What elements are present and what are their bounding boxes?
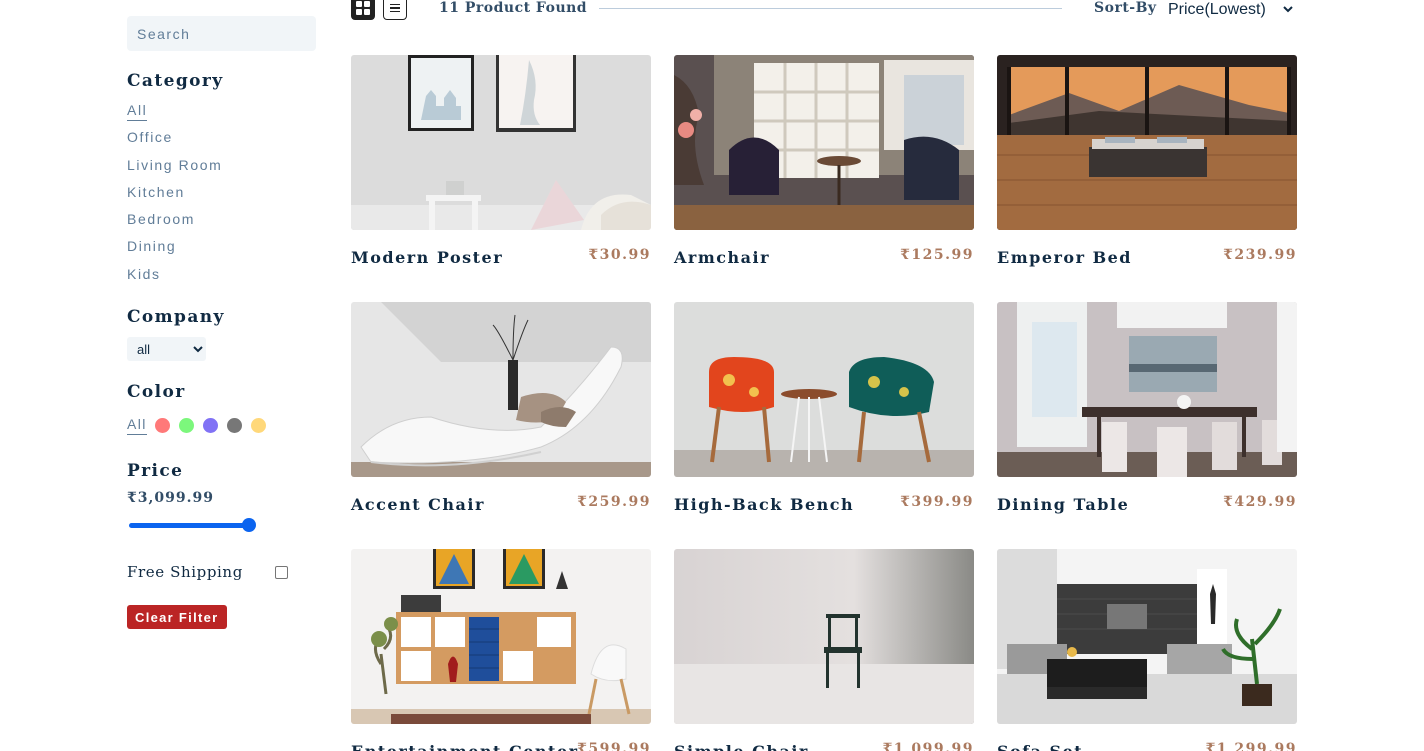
product-name: High-Back Bench <box>674 495 855 514</box>
category-item-dining[interactable]: Dining <box>127 237 222 264</box>
product-name: Armchair <box>674 248 771 267</box>
product-image[interactable] <box>674 302 974 477</box>
product-name: Dining Table <box>997 495 1130 514</box>
product-name: Simple Chair <box>674 742 809 751</box>
clear-filter-button[interactable]: Clear Filter <box>127 605 227 629</box>
product-name: Entertainment Center <box>351 742 579 751</box>
category-list: All Office Living Room Kitchen Bedroom D… <box>127 101 222 292</box>
product-name: Accent Chair <box>351 495 485 514</box>
color-heading: Color <box>127 382 186 402</box>
product-image[interactable] <box>997 55 1297 230</box>
free-shipping-label: Free Shipping <box>127 563 243 581</box>
product-price: ₹1,099.99 <box>882 741 974 751</box>
product-name: Emperor Bed <box>997 248 1132 267</box>
search-input[interactable] <box>127 16 316 51</box>
color-swatch-gray[interactable] <box>226 418 242 433</box>
price-slider[interactable] <box>127 518 257 532</box>
product-count: 11 Product Found <box>439 0 588 16</box>
product-price: ₹259.99 <box>577 494 651 510</box>
list-view-icon[interactable] <box>383 0 407 20</box>
color-all-button[interactable]: All <box>127 416 147 435</box>
product-price: ₹1,299.99 <box>1205 741 1297 751</box>
category-item-bedroom[interactable]: Bedroom <box>127 210 222 237</box>
price-value: ₹3,099.99 <box>127 490 214 506</box>
product-price: ₹125.99 <box>900 247 974 263</box>
color-swatch-yellow[interactable] <box>250 418 266 433</box>
category-item-kids[interactable]: Kids <box>127 265 222 292</box>
product-image[interactable] <box>674 55 974 230</box>
sort-select[interactable]: Price(Lowest) <box>1164 0 1296 20</box>
price-heading: Price <box>127 461 184 481</box>
color-swatch-green[interactable] <box>178 418 194 433</box>
product-price: ₹30.99 <box>588 247 651 263</box>
company-select[interactable]: all <box>127 337 206 361</box>
color-swatches: All <box>127 416 275 435</box>
free-shipping-checkbox[interactable] <box>275 566 288 579</box>
product-image[interactable] <box>674 549 974 724</box>
product-name: Sofa Set <box>997 742 1083 751</box>
price-slider-thumb[interactable] <box>242 518 256 532</box>
price-slider-track <box>129 523 253 528</box>
category-item-living-room[interactable]: Living Room <box>127 156 222 183</box>
product-image[interactable] <box>997 302 1297 477</box>
category-item-kitchen[interactable]: Kitchen <box>127 183 222 210</box>
company-heading: Company <box>127 307 225 327</box>
category-item-office[interactable]: Office <box>127 128 222 155</box>
color-swatch-red[interactable] <box>154 418 170 433</box>
product-price: ₹399.99 <box>900 494 974 510</box>
product-image[interactable] <box>997 549 1297 724</box>
sort-label: Sort-By <box>1094 0 1157 16</box>
product-image[interactable] <box>351 549 651 724</box>
product-image[interactable] <box>351 302 651 477</box>
product-price: ₹239.99 <box>1223 247 1297 263</box>
product-price: ₹599.99 <box>577 741 651 751</box>
product-name: Modern Poster <box>351 248 504 267</box>
color-swatch-blue[interactable] <box>202 418 218 433</box>
product-image[interactable] <box>351 55 651 230</box>
category-heading: Category <box>127 71 224 91</box>
category-item-all[interactable]: All <box>127 101 222 128</box>
toolbar-divider <box>599 8 1062 9</box>
product-price: ₹429.99 <box>1223 494 1297 510</box>
grid-view-icon[interactable] <box>351 0 375 20</box>
